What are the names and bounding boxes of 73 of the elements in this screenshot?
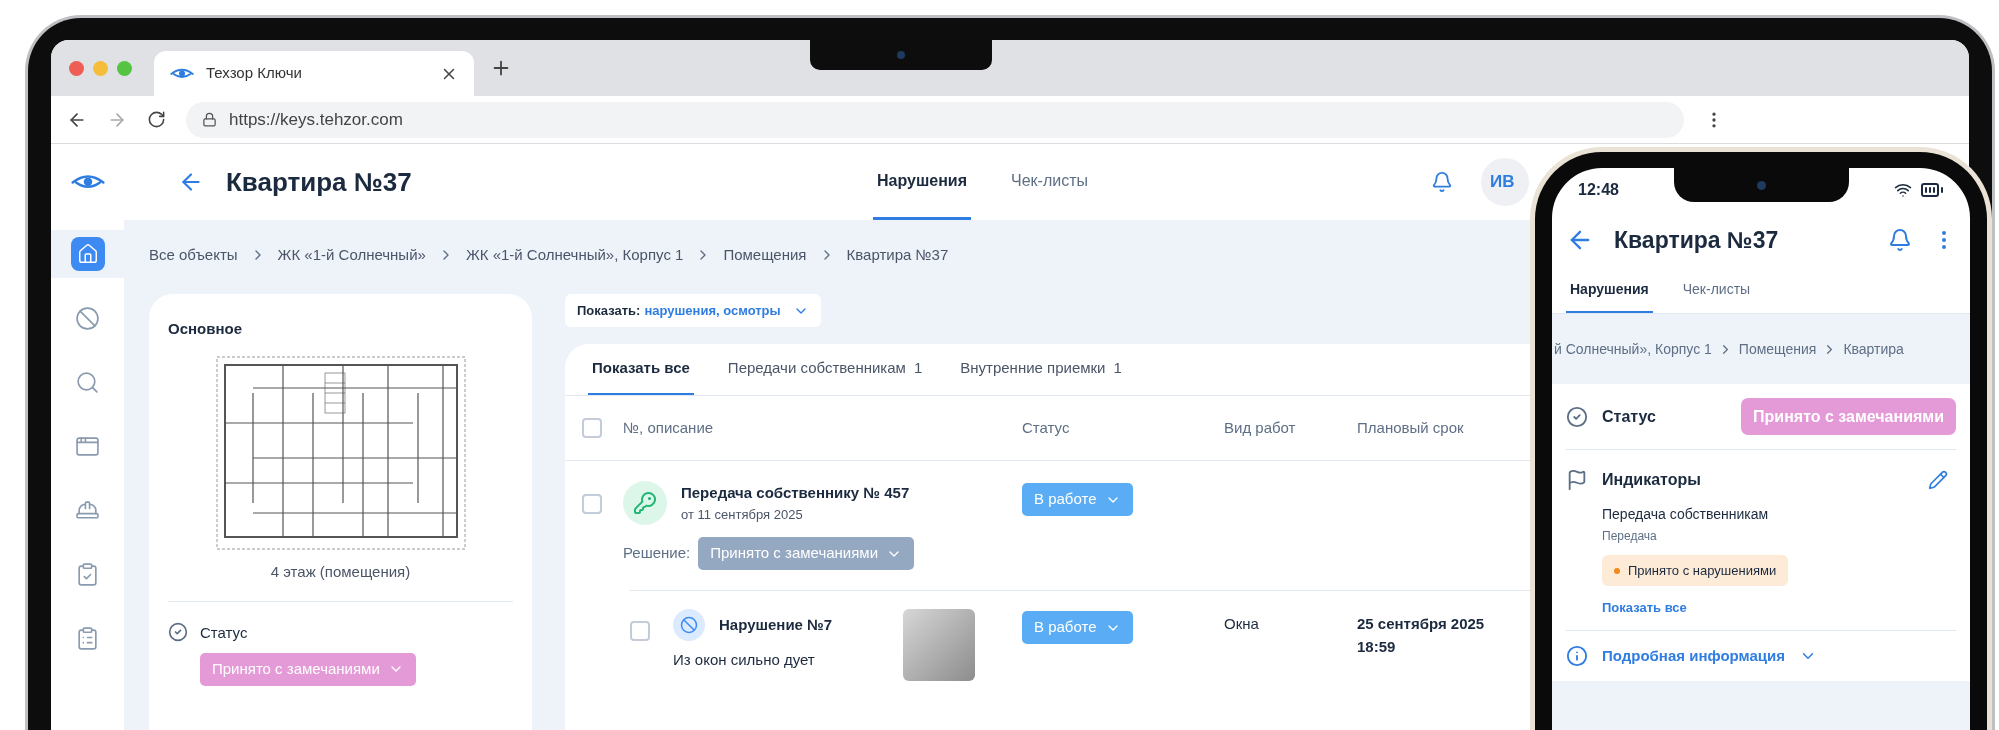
maximize-window-icon[interactable] <box>117 60 132 76</box>
table-tab[interactable]: Внутренние приемки 1 <box>956 344 1126 395</box>
row-title[interactable]: Нарушение №7 <box>719 613 833 637</box>
breadcrumb-link[interactable]: Квартира №37 <box>846 243 949 267</box>
clipboard-icon <box>75 625 100 651</box>
reload-icon[interactable] <box>147 110 166 129</box>
sidebar-item[interactable] <box>51 230 124 278</box>
house-icon <box>76 243 99 265</box>
column-header: Вид работ <box>1224 417 1296 438</box>
eye-logo-icon <box>170 67 194 80</box>
breadcrumb-link[interactable]: ЖК «1-й Солнечный», Корпус 1 <box>465 243 684 267</box>
notification-icon[interactable] <box>1888 228 1912 252</box>
url-text: https://keys.tehzor.com <box>229 108 403 131</box>
due-date: 25 сентября 2025 <box>1357 614 1485 634</box>
page-tab[interactable]: Чек-листы <box>1007 144 1092 220</box>
browser-tab[interactable]: Техзор Ключи <box>154 51 474 96</box>
checkbox[interactable] <box>582 418 602 438</box>
table-tab[interactable]: Передачи собственникам 1 <box>723 344 927 395</box>
notification-icon[interactable] <box>1431 171 1453 193</box>
eye-logo-icon <box>70 173 105 191</box>
page-title: Квартира №37 <box>1614 225 1779 255</box>
row-date: от 11 сентября 2025 <box>681 505 804 524</box>
status-label: Статус <box>1602 406 1656 427</box>
table-tab[interactable]: Показать все <box>588 344 694 395</box>
flag-icon <box>1566 469 1588 491</box>
lock-icon <box>202 112 217 127</box>
check-circle-icon <box>168 622 188 642</box>
row-title[interactable]: Передача собственнику № 457 <box>681 482 910 505</box>
info-icon <box>1566 644 1588 667</box>
breadcrumb-link[interactable]: Помещения <box>723 243 807 267</box>
filter-dropdown[interactable]: Показать: нарушения, осмотры <box>565 294 821 327</box>
work-type: Окна <box>1224 614 1259 634</box>
prohibited-icon <box>75 305 100 331</box>
indicators-label: Индикаторы <box>1602 470 1701 490</box>
edit-icon[interactable] <box>1928 470 1948 490</box>
key-icon <box>623 481 667 525</box>
status-label: Статус <box>200 623 249 643</box>
card-title: Основное <box>168 319 244 339</box>
indicator-subtitle: Передача <box>1602 528 1658 545</box>
decision-label: Решение: <box>623 543 691 564</box>
clipboard-check-icon <box>75 561 100 587</box>
show-all-link[interactable]: Показать все <box>1602 598 1687 618</box>
prohibited-icon <box>673 609 705 641</box>
indicator-badge: Принято с нарушениями <box>1602 555 1789 586</box>
row-description: Из окон сильно дует <box>673 650 816 670</box>
page-title: Квартира №37 <box>226 166 412 197</box>
checkbox[interactable] <box>630 621 650 641</box>
status-time: 12:48 <box>1578 180 1619 200</box>
tab-title: Техзор Ключи <box>206 63 303 84</box>
breadcrumb-link[interactable]: Помещения <box>1738 338 1817 360</box>
photo-placeholder <box>903 609 975 681</box>
checkbox[interactable] <box>582 494 602 514</box>
column-header: Плановый срок <box>1357 417 1464 438</box>
wifi-icon <box>1894 181 1912 199</box>
address-field[interactable]: https://keys.tehzor.com <box>186 101 1684 138</box>
page-tab[interactable]: Чек-листы <box>1678 268 1755 313</box>
search-icon <box>75 369 100 395</box>
breadcrumb-link[interactable]: ЖК «1-й Солнечный» <box>277 243 426 267</box>
details-link[interactable]: Подробная информация <box>1602 644 1785 667</box>
breadcrumb-link[interactable]: й Солнечный», Корпус 1 <box>1554 338 1712 360</box>
check-circle-icon <box>1566 405 1588 428</box>
due-time: 18:59 <box>1357 636 1397 657</box>
column-header: Статус <box>1022 417 1070 438</box>
breadcrumb-link[interactable]: Квартира <box>1843 338 1904 360</box>
camera-icon <box>897 51 905 59</box>
status-badge: Принято с замечаниями <box>1741 398 1956 435</box>
breadcrumb-link[interactable]: Все объекты <box>149 243 238 267</box>
plan-caption: 4 этаж (помещения) <box>269 561 412 582</box>
column-header: №, описание <box>623 417 714 438</box>
close-window-icon[interactable] <box>69 60 84 76</box>
user-avatar[interactable]: ИВ <box>1481 158 1529 206</box>
camera-icon <box>1757 180 1766 190</box>
indicator-title: Передача собственникам <box>1602 505 1770 524</box>
